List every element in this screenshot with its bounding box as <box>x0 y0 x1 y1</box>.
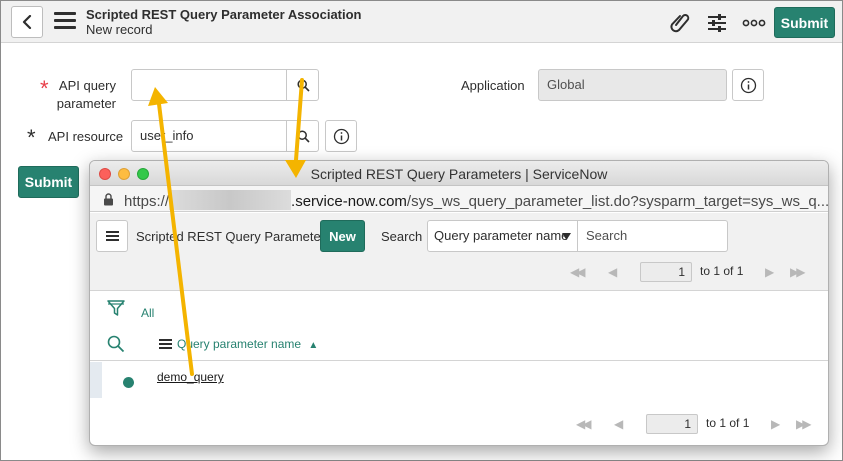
settings-sliders-icon[interactable] <box>705 11 729 35</box>
column-menu-icon[interactable] <box>159 339 172 349</box>
filter-row: All <box>90 292 828 328</box>
list-context-menu-button[interactable] <box>96 220 128 252</box>
window-titlebar: Scripted REST Query Parameters | Service… <box>90 161 828 186</box>
search-field-select[interactable]: Query parameter name <box>427 220 578 252</box>
new-button[interactable]: New <box>320 220 365 252</box>
menu-icon[interactable] <box>54 12 76 30</box>
back-icon <box>22 15 32 29</box>
url-scheme: https:// <box>124 193 170 210</box>
next-page-icon[interactable]: ▶ <box>765 262 774 282</box>
list-header: Scripted REST Query Parameters New Searc… <box>90 213 828 291</box>
record-link[interactable]: demo_query <box>157 370 224 384</box>
api-query-parameter-field[interactable] <box>131 69 287 101</box>
search-input[interactable]: Search <box>578 220 728 252</box>
api-resource-field[interactable]: user_info <box>131 120 287 152</box>
prev-page-icon[interactable]: ◀ <box>614 414 623 434</box>
search-icon[interactable] <box>107 335 125 353</box>
page-subtitle: New record <box>86 22 153 37</box>
page-count: to 1 of 1 <box>706 416 750 430</box>
info-icon <box>740 77 757 94</box>
label-line-2: parameter <box>56 96 116 111</box>
url-path: /sys_ws_query_parameter_list.do?sysparm_… <box>406 193 828 210</box>
label-line-1: API query <box>58 78 116 93</box>
application-label: Application <box>461 78 525 93</box>
url-redacted-instance <box>169 190 292 210</box>
lookup-popup-window: Scripted REST Query Parameters | Service… <box>89 160 829 446</box>
last-page-icon[interactable]: ▶▶ <box>796 414 812 434</box>
filter-icon[interactable] <box>106 298 126 318</box>
info-icon <box>333 128 350 145</box>
list-title: Scripted REST Query Parameters <box>136 229 332 244</box>
search-field-selected: Query parameter name <box>434 228 569 243</box>
api-resource-lookup-button[interactable] <box>286 120 319 152</box>
column-header-label: Query parameter name <box>177 337 302 351</box>
api-resource-label: API resource <box>48 129 124 144</box>
breadcrumb-all[interactable]: All <box>141 306 154 320</box>
column-header-query-parameter-name[interactable]: Query parameter name ▲ <box>177 337 318 351</box>
application-field: Global <box>538 69 727 101</box>
page-number-input[interactable]: 1 <box>640 262 692 282</box>
bottom-pager: ◀◀ ◀ 1 to 1 of 1 ▶ ▶▶ <box>576 414 826 434</box>
url-host: .service-now.com <box>291 193 407 210</box>
record-status-dot <box>123 377 134 388</box>
more-icon[interactable] <box>742 11 766 35</box>
search-label: Search <box>381 229 423 244</box>
search-icon <box>297 130 310 143</box>
prev-page-icon[interactable]: ◀ <box>608 262 617 282</box>
api-query-parameter-label: API query parameter <box>52 77 116 113</box>
first-page-icon[interactable]: ◀◀ <box>570 262 586 282</box>
table-row: demo_query <box>90 362 828 398</box>
page-title: Scripted REST Query Parameter Associatio… <box>86 7 362 22</box>
search-icon <box>297 79 310 92</box>
submit-button[interactable]: Submit <box>18 166 79 198</box>
lock-icon <box>104 193 113 206</box>
api-query-parameter-lookup-button[interactable] <box>286 69 319 101</box>
required-indicator-filled: * <box>27 125 36 150</box>
window-title: Scripted REST Query Parameters | Service… <box>310 166 608 182</box>
last-page-icon[interactable]: ▶▶ <box>790 262 806 282</box>
page-number-input[interactable]: 1 <box>646 414 698 434</box>
application-info-button[interactable] <box>732 69 764 101</box>
attachment-icon[interactable] <box>668 11 692 35</box>
top-pager: ◀◀ ◀ 1 to 1 of 1 ▶ ▶▶ <box>570 262 820 282</box>
url-bar[interactable]: https:// .service-now.com/sys_ws_query_pa… <box>90 186 828 212</box>
form-header: Scripted REST Query Parameter Associatio… <box>1 1 842 43</box>
next-page-icon[interactable]: ▶ <box>771 414 780 434</box>
first-page-icon[interactable]: ◀◀ <box>576 414 592 434</box>
page-count: to 1 of 1 <box>700 264 744 278</box>
api-resource-info-button[interactable] <box>325 120 357 152</box>
caret-down-icon <box>562 233 571 240</box>
sort-ascending-icon: ▲ <box>308 340 319 351</box>
required-indicator: * <box>40 76 49 101</box>
back-button[interactable] <box>11 6 43 38</box>
submit-button-header[interactable]: Submit <box>774 7 835 38</box>
row-handle <box>90 362 102 398</box>
column-header-row: Query parameter name ▲ <box>90 328 828 361</box>
